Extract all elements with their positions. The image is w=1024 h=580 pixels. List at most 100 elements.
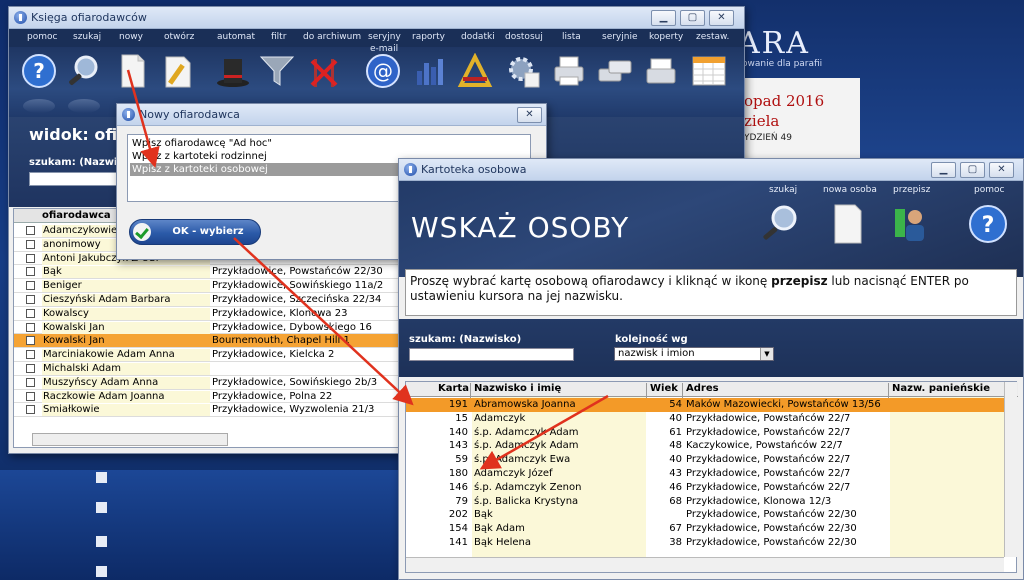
maximize-button[interactable]: ▢ [680,10,705,26]
cell-nazwisko: Abramowska Joanna [474,399,576,410]
dialog-titlebar[interactable]: Nowy ofiarodawca ✕ [117,104,546,126]
table-row[interactable]: 140 ś.p. Adamczyk Adam 61 Przykładowice, Po… [406,426,1004,440]
row-checkbox[interactable] [26,350,35,360]
table-row[interactable]: 79 ś.p. Balicka Krystyna 68 Przykładowice, … [406,495,1004,509]
column-ofiarodawca[interactable]: ofiarodawca [42,210,111,221]
minimize-button[interactable]: ▁ [931,162,956,178]
search-icon[interactable] [66,53,102,89]
table-row[interactable]: 191 Abramowska Joanna 54 Maków Mazowiecki, … [406,398,1004,412]
menu-dodatki[interactable]: dodatki [461,32,495,42]
menu-seryjny[interactable]: seryjny [368,32,401,42]
table-row[interactable]: 141 Bąk Helena 38 Przykładowice, Powstańców… [406,536,1004,550]
close-button[interactable]: ✕ [989,162,1014,178]
menu-automat[interactable]: automat [217,32,255,42]
drawing-tools-icon[interactable] [457,53,493,89]
row-checkbox[interactable] [26,308,35,318]
row-checkbox[interactable] [26,322,35,332]
chevron-down-icon[interactable]: ▼ [760,348,773,360]
envelopes-printer-icon[interactable] [643,53,679,89]
menu-seryjnie[interactable]: seryjnie [602,32,638,42]
maximize-button[interactable]: ▢ [960,162,985,178]
cell-nazwisko: ś.p. Adamczyk Adam [474,426,579,438]
menu-filtr[interactable]: filtr [271,32,286,42]
cell-wiek: 67 [669,523,682,535]
table-row[interactable]: 180 Adamczyk Józef 43 Przykładowice, Powsta… [406,467,1004,481]
order-select[interactable]: nazwisk i imion ▼ [614,347,774,361]
cell-karta: 154 [448,523,468,535]
menu-koperty[interactable]: koperty [649,32,683,42]
new-document-icon[interactable] [114,53,150,89]
cell-wiek: 54 [669,399,682,410]
cell-karta: 180 [448,468,468,479]
desktop-bullet-icon [96,536,107,547]
row-checkbox[interactable] [26,253,35,263]
table-row[interactable]: 146 ś.p. Adamczyk Zenon 46 Przykładowice, P… [406,481,1004,495]
settings-gear-icon[interactable] [505,53,541,89]
ok-select-button[interactable]: OK - wybierz [129,219,261,245]
help-icon[interactable]: ? [967,203,1009,245]
horizontal-scrollbar[interactable] [406,557,1004,572]
column-nazwisko[interactable]: Nazwisko i imię [474,383,561,394]
help-icon[interactable]: ? [21,53,57,89]
page-title: WSKAŻ OSOBY [411,211,630,244]
menu-raporty[interactable]: raporty [412,32,445,42]
toolbar-reflection [68,99,100,113]
titlebar[interactable]: Księga ofiarodawców ▁ ▢ ✕ [9,7,744,29]
table-row[interactable]: 15 Adamczyk 40 Przykładowice, Powstańców 22… [406,412,1004,426]
persons-grid: Karta Nazwisko i imię Wiek Adres Nazw. p… [405,381,1018,573]
horizontal-scrollbar[interactable] [32,433,228,446]
reports-chart-icon[interactable] [411,53,447,89]
row-checkbox[interactable] [26,336,35,346]
column-wiek[interactable]: Wiek [650,383,678,394]
menu-zestaw[interactable]: zestaw. [696,32,729,42]
desktop-bullet-icon [96,566,107,577]
menu-nowy[interactable]: nowy [119,32,143,42]
row-checkbox[interactable] [26,267,35,277]
column-karta[interactable]: Karta [438,383,469,394]
archive-icon[interactable] [306,53,342,89]
email-icon[interactable]: @ [365,53,401,89]
minimize-button[interactable]: ▁ [651,10,676,26]
menu-pomoc[interactable]: pomoc [27,32,57,42]
vertical-scrollbar[interactable] [1004,382,1017,557]
close-button[interactable]: ✕ [709,10,734,26]
menu-lista[interactable]: lista [562,32,581,42]
donor-name: Beniger [42,280,210,293]
row-checkbox[interactable] [26,295,35,304]
edit-document-icon[interactable] [160,53,196,89]
row-checkbox[interactable] [26,239,35,249]
table-row[interactable]: 202 Bąk Przykładowice, Powstańców 22/30 [406,508,1004,522]
donor-name: Kowalski Jan [43,335,105,347]
titlebar[interactable]: Kartoteka osobowa ▁ ▢ ✕ [399,159,1023,181]
print-list-icon[interactable] [551,53,587,89]
menu-dostosuj[interactable]: dostosuj [505,32,543,42]
spreadsheet-icon[interactable] [691,53,727,89]
cell-wiek: 38 [669,537,682,548]
menu-otworz[interactable]: otwórz [164,32,194,42]
option-ad-hoc[interactable]: Wpisz ofiarodawcę "Ad hoc" [130,137,528,150]
row-checkbox[interactable] [26,377,35,387]
new-person-document-icon[interactable] [827,203,869,245]
donor-name: Muszyńscy Adam Anna [42,376,210,389]
table-row[interactable]: 154 Bąk Adam 67 Przykładowice, Powstańców 2… [406,522,1004,536]
search-input[interactable] [409,348,574,361]
print-batch-icon[interactable] [597,53,633,89]
row-checkbox[interactable] [26,405,35,415]
donor-address: Przykładowice, Sowińskiego 11a/2 [212,280,384,292]
column-nazw-panienskie[interactable]: Nazw. panieńskie [892,383,990,394]
copy-person-icon[interactable] [889,203,931,245]
close-button[interactable]: ✕ [517,107,542,123]
column-adres[interactable]: Adres [686,383,719,394]
filter-icon[interactable] [259,53,295,89]
row-checkbox[interactable] [26,364,35,373]
menu-szukaj[interactable]: szukaj [73,32,101,42]
table-row[interactable]: 143 ś.p. Adamczyk Adam 48 Kaczykowice, Pows… [406,439,1004,453]
table-row[interactable]: 59 ś.p. Adamczyk Ewa 40 Przykładowice, Pows… [406,453,1004,467]
search-icon[interactable] [759,203,801,245]
row-checkbox[interactable] [26,226,35,235]
row-checkbox[interactable] [26,281,35,291]
magic-hat-icon[interactable] [215,53,251,89]
row-checkbox[interactable] [26,391,35,401]
donor-name: Kowalski Jan [42,321,210,334]
menu-do-archiwum[interactable]: do archiwum [303,32,361,42]
